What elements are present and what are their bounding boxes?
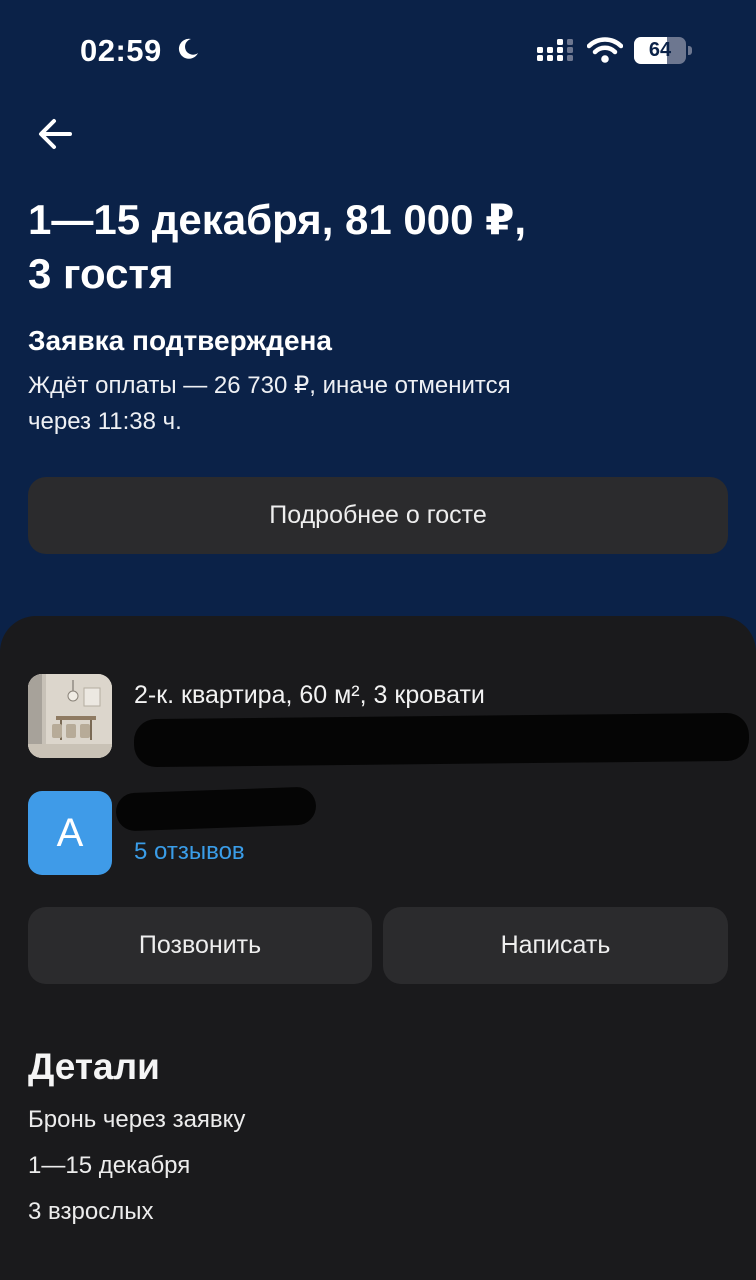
details-line: 3 взрослых: [28, 1198, 154, 1225]
host-avatar[interactable]: А: [28, 791, 112, 875]
arrow-left-icon: [39, 119, 72, 149]
listing-thumbnail[interactable]: [28, 674, 112, 758]
battery-level: 64: [648, 39, 672, 61]
details-line: Бронь через заявку: [28, 1106, 246, 1133]
booking-status-title: Заявка подтверждена: [28, 325, 332, 356]
status-time: 02:59: [80, 33, 162, 68]
booking-status-line2: через 11:38 ч.: [28, 408, 182, 435]
apartment-photo-icon: [28, 674, 112, 758]
write-message-button[interactable]: Написать: [383, 907, 728, 984]
signal-icon: [537, 39, 573, 61]
wifi-icon: [587, 37, 623, 63]
booking-status-text: Ждёт оплаты — 26 730 ₽, иначе отменится …: [28, 368, 628, 440]
reviews-link[interactable]: 5 отзывов: [134, 838, 245, 866]
booking-status-line1: Ждёт оплаты — 26 730 ₽, иначе отменится: [28, 372, 511, 399]
details-line: 1—15 декабря: [28, 1152, 191, 1179]
battery-icon: 64: [634, 37, 692, 64]
moon-icon: [178, 38, 198, 59]
redacted-address: [133, 712, 750, 768]
booking-title: 1—15 декабря, 81 000 ₽, 3 гостя: [28, 193, 728, 301]
redacted-host-name: [115, 786, 317, 832]
back-button[interactable]: [32, 110, 80, 158]
listing-title[interactable]: 2-к. квартира, 60 м², 3 кровати: [134, 681, 485, 710]
guest-details-button[interactable]: Подробнее о госте: [28, 477, 728, 554]
booking-title-line1: 1—15 декабря, 81 000 ₽,: [28, 196, 527, 243]
details-title: Детали: [28, 1046, 160, 1087]
call-button[interactable]: Позвонить: [28, 907, 372, 984]
status-bar: 02:59 64: [0, 0, 756, 100]
booking-title-line2: 3 гостя: [28, 250, 174, 297]
